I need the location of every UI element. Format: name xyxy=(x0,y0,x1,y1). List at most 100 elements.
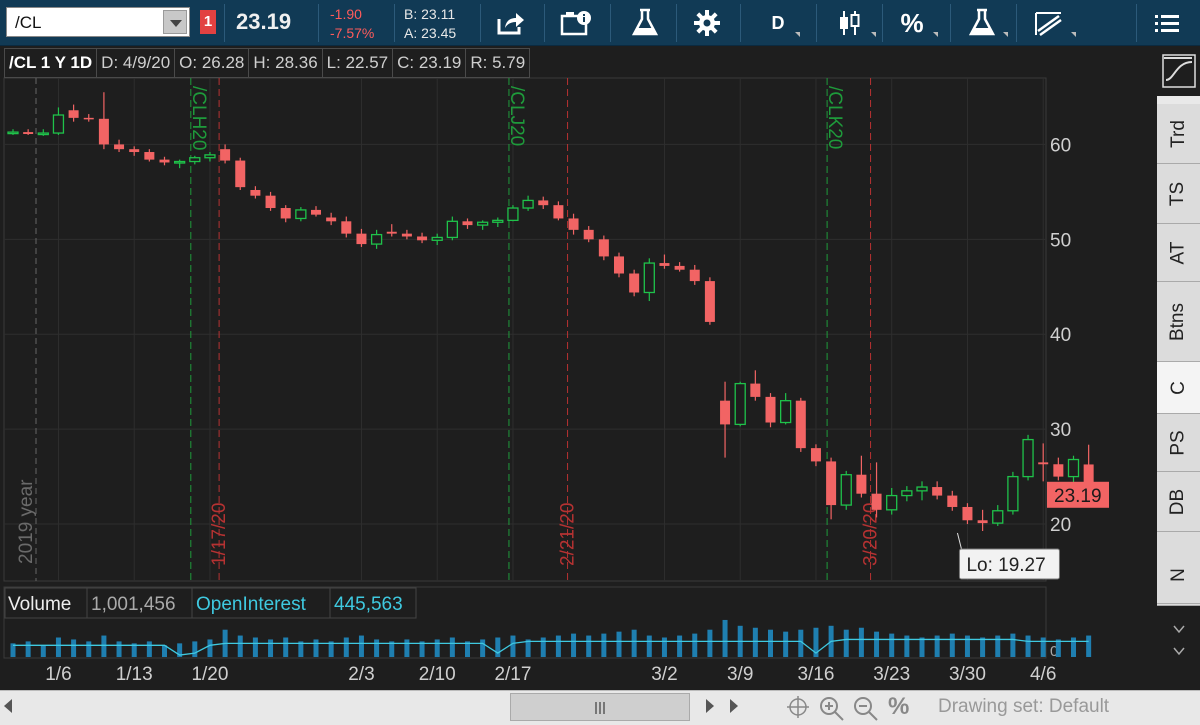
volume-bar xyxy=(677,635,683,657)
percent-scale-icon[interactable]: % xyxy=(888,693,909,721)
volume-bar xyxy=(752,627,758,657)
aggregation-icon[interactable]: D xyxy=(766,6,800,40)
drawings-icon[interactable] xyxy=(1032,6,1076,40)
link-badge[interactable]: 1 xyxy=(200,10,216,34)
tab-at[interactable]: AT xyxy=(1157,224,1200,282)
tab-ps[interactable]: PS xyxy=(1157,414,1200,472)
chevron-down-icon[interactable] xyxy=(1157,606,1200,666)
gear-icon[interactable] xyxy=(690,6,724,40)
style-toggle-icon[interactable] xyxy=(1157,46,1200,96)
chart-area[interactable]: 20 30 40 50 60 2019 year/CLH20/CLJ20/CLK20 1/1… xyxy=(0,46,1155,706)
x-tick-label: 1/20 xyxy=(191,664,228,685)
camera-info-icon[interactable] xyxy=(558,6,594,40)
volume-bar xyxy=(919,637,925,657)
chart-title: /CL 1 Y 1D xyxy=(4,48,98,78)
tab-n[interactable]: N xyxy=(1157,546,1200,604)
zoom-in-icon[interactable] xyxy=(818,695,846,725)
studies-flask-icon[interactable] xyxy=(966,6,1008,40)
candle-body xyxy=(446,220,459,239)
candle-body xyxy=(629,273,640,293)
info-date: D: 4/9/20 xyxy=(97,48,176,78)
contract-roll-label: /CLH20 xyxy=(188,86,209,150)
candle-body xyxy=(311,209,321,215)
x-tick-label: 3/30 xyxy=(949,664,986,685)
crosshair-icon[interactable] xyxy=(786,695,810,725)
volume-bar xyxy=(1071,637,1076,657)
candle-body xyxy=(916,486,928,492)
candle-body xyxy=(280,208,291,219)
candle-body xyxy=(235,160,246,188)
volume-bar xyxy=(843,629,849,657)
y-tick-label: 20 xyxy=(1050,515,1071,536)
toolbar-divider xyxy=(740,4,741,42)
candle-body xyxy=(144,152,155,160)
drawing-set-selector[interactable]: Drawing set: Default xyxy=(938,696,1109,718)
candle-body xyxy=(901,490,913,497)
price-chart[interactable]: 20 30 40 50 60 2019 year/CLH20/CLJ20/CLK20 1/1… xyxy=(0,46,1155,690)
share-icon[interactable] xyxy=(494,6,528,40)
zoom-out-icon[interactable] xyxy=(852,695,880,725)
candle-body xyxy=(598,239,609,257)
candle-body xyxy=(68,110,79,118)
candle-body xyxy=(992,510,1004,524)
bottom-scroll-bar: % Drawing set: Default xyxy=(0,690,1200,725)
y-tick-label: 30 xyxy=(1050,420,1071,441)
candle-body xyxy=(810,448,821,462)
volume-bar xyxy=(874,631,880,657)
ask-price: A: 23.45 xyxy=(404,25,457,41)
candle-body xyxy=(932,487,943,496)
volume-value: 1,001,456 xyxy=(91,594,176,615)
scroll-right-icon[interactable] xyxy=(706,699,714,713)
tab-c[interactable]: C xyxy=(1157,362,1200,414)
candle-body xyxy=(947,495,958,507)
candle-body xyxy=(614,256,624,274)
volume-bar xyxy=(707,629,713,657)
toolbar-divider xyxy=(676,4,677,42)
volume-bar xyxy=(86,641,92,657)
volume-bar xyxy=(116,641,122,657)
volume-bar xyxy=(934,635,940,657)
volume-bar xyxy=(343,637,349,657)
toolbar-divider xyxy=(224,4,225,42)
symbol-dropdown-button[interactable] xyxy=(163,10,187,34)
candle-body xyxy=(886,494,898,511)
x-tick-label: 2/3 xyxy=(348,664,374,685)
scroll-left-icon[interactable] xyxy=(4,699,12,713)
expiration-label: 3/20/20 xyxy=(861,503,882,566)
tab-db[interactable]: DB xyxy=(1157,472,1200,532)
x-tick-label: 3/9 xyxy=(727,664,753,685)
tab-n-label: N xyxy=(1167,567,1189,582)
candle-body xyxy=(401,233,412,237)
candlestick-icon[interactable] xyxy=(834,6,876,40)
tab-trd[interactable]: Trd xyxy=(1157,104,1200,164)
scroll-end-icon[interactable] xyxy=(730,699,738,713)
candle-body xyxy=(553,205,564,219)
flask-icon[interactable] xyxy=(628,6,662,40)
candle-body xyxy=(37,132,49,136)
volume-bar xyxy=(980,637,986,657)
x-tick-label: 1/6 xyxy=(45,664,71,685)
candle-body xyxy=(83,117,94,120)
menu-icon[interactable] xyxy=(1152,6,1182,40)
tab-ts[interactable]: TS xyxy=(1157,164,1200,224)
candle-body xyxy=(750,383,761,397)
contract-roll-label: /CLK20 xyxy=(824,86,845,149)
candle-body xyxy=(538,200,549,206)
info-high: H: 28.36 xyxy=(249,48,323,78)
candle-body xyxy=(643,262,655,294)
scroll-thumb[interactable] xyxy=(510,693,690,721)
symbol-input[interactable]: /CL xyxy=(15,13,41,33)
symbol-selector[interactable]: /CL xyxy=(6,7,190,37)
volume-bar xyxy=(571,633,577,657)
last-price: 23.19 xyxy=(236,9,292,34)
x-tick-label: 2/10 xyxy=(419,664,456,685)
candle-body xyxy=(765,396,776,423)
tab-btns[interactable]: Btns xyxy=(1157,282,1200,362)
candle-body xyxy=(386,231,397,234)
volume-bar xyxy=(434,639,440,657)
percent-icon[interactable]: % xyxy=(896,6,938,40)
candle-body xyxy=(795,400,806,449)
volume-bar xyxy=(25,641,31,657)
candle-body xyxy=(189,157,201,163)
volume-bar xyxy=(192,641,198,657)
